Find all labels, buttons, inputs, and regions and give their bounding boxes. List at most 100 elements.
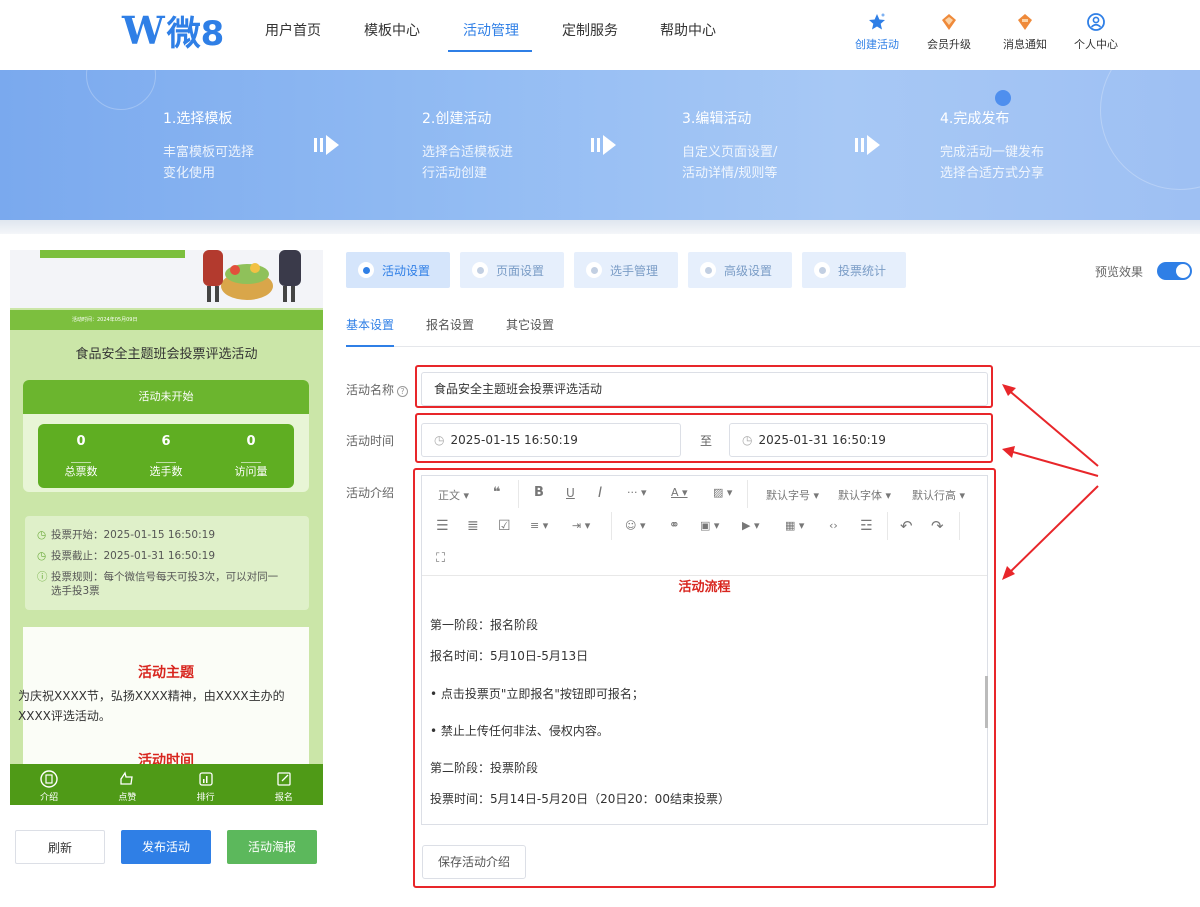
publish-activity-button[interactable]: 发布活动 bbox=[121, 830, 211, 864]
tab-vote-statistics[interactable]: 投票统计 bbox=[802, 252, 906, 288]
preview-hero-image bbox=[10, 250, 323, 308]
document-icon bbox=[40, 770, 58, 788]
preview-tab-signup[interactable]: 报名 bbox=[245, 764, 323, 805]
stat-label: 访问量 bbox=[234, 465, 268, 478]
preview-tab-label: 排行 bbox=[196, 793, 215, 803]
step-2-desc-line: 行活动创建 bbox=[422, 166, 488, 181]
stat-value: 6 bbox=[161, 434, 171, 449]
preview-stats: 0 总票数 6 选手数 0 访问量 bbox=[38, 424, 294, 488]
stat-contestants: 6 选手数 bbox=[126, 434, 206, 479]
preview-activity-title: 食品安全主题班会投票评选活动 bbox=[75, 347, 258, 362]
clock-icon: ◷ bbox=[37, 529, 47, 541]
stat-total-votes: 0 总票数 bbox=[41, 434, 121, 479]
page-icon bbox=[472, 262, 488, 278]
tab-advanced-settings[interactable]: 高级设置 bbox=[688, 252, 792, 288]
nav-help[interactable]: 帮助中心 bbox=[660, 20, 716, 40]
vote-start-text: 投票开始：2025-01-15 16:50:19 bbox=[51, 529, 216, 541]
preview-tab-like[interactable]: 点赞 bbox=[88, 764, 166, 805]
step-1-desc-line: 变化使用 bbox=[163, 166, 216, 181]
theme-heading: 活动主题 bbox=[138, 665, 194, 681]
decor-circle bbox=[1100, 70, 1200, 190]
settings-tabs: 活动设置 页面设置 选手管理 高级设置 投票统计 bbox=[346, 252, 916, 288]
vote-rule-row: ⓘ 投票规则：每个微信号每天可投3次，可以对同一选手投3票 bbox=[37, 570, 309, 598]
decor-dot bbox=[995, 90, 1011, 106]
decor-circle bbox=[86, 70, 156, 110]
diamond-icon bbox=[942, 14, 956, 30]
preview-status: 活动未开始 bbox=[23, 380, 309, 414]
subtab-active-underline bbox=[346, 345, 394, 347]
step-1-title: 1.选择模板 bbox=[163, 111, 233, 127]
member-upgrade-button[interactable]: 会员升级 bbox=[917, 12, 981, 52]
messages-button[interactable]: 消息通知 bbox=[993, 12, 1057, 52]
thumbs-up-icon bbox=[120, 771, 134, 785]
step-3-title: 3.编辑活动 bbox=[682, 111, 752, 127]
tab-contestant-management[interactable]: 选手管理 bbox=[574, 252, 678, 288]
preview-tab-label: 报名 bbox=[274, 793, 293, 803]
help-icon[interactable]: ? bbox=[397, 386, 409, 397]
tab-activity-settings[interactable]: 活动设置 bbox=[346, 252, 450, 288]
nav-home[interactable]: 用户首页 bbox=[265, 20, 321, 40]
subtab-basic[interactable]: 基本设置 bbox=[346, 316, 394, 333]
stats-icon bbox=[814, 262, 830, 278]
subtab-divider bbox=[346, 346, 1200, 347]
step-3-desc-line: 活动详情/规则等 bbox=[682, 166, 778, 181]
vote-start-row: ◷ 投票开始：2025-01-15 16:50:19 bbox=[37, 528, 309, 542]
heart-icon bbox=[358, 262, 374, 278]
arrow-right-icon bbox=[314, 135, 339, 155]
activity-intro-label: 活动介绍 bbox=[346, 486, 395, 500]
arrow-right-icon bbox=[855, 135, 880, 155]
preview-tab-intro[interactable]: 介绍 bbox=[10, 764, 88, 805]
info-icon: ⓘ bbox=[37, 571, 48, 583]
stat-divider bbox=[71, 462, 91, 463]
highlight-box bbox=[415, 365, 993, 408]
activity-time-label: 活动时间 bbox=[346, 434, 395, 448]
preview-toggle[interactable] bbox=[1157, 262, 1192, 280]
logo[interactable]: W 微8 bbox=[122, 8, 224, 54]
subtab-registration[interactable]: 报名设置 bbox=[426, 316, 474, 333]
subtab-other[interactable]: 其它设置 bbox=[506, 316, 554, 333]
member-upgrade-label: 会员升级 bbox=[927, 38, 971, 51]
profile-button[interactable]: 个人中心 bbox=[1064, 12, 1128, 52]
hero-illustration bbox=[203, 250, 301, 302]
preview-tab-ranking[interactable]: 排行 bbox=[167, 764, 245, 805]
highlight-box bbox=[413, 468, 996, 888]
preview-stat-card: 活动未开始 0 总票数 6 选手数 0 访问量 bbox=[23, 380, 309, 492]
message-icon bbox=[1018, 14, 1032, 30]
step-4: 4.完成发布 完成活动一键发布 选择合适方式分享 bbox=[940, 108, 1080, 184]
step-1-desc-line: 丰富模板可选择 bbox=[163, 145, 255, 160]
highlight-box bbox=[415, 413, 993, 463]
tab-label: 高级设置 bbox=[724, 263, 773, 278]
stat-value: 0 bbox=[246, 434, 256, 449]
settings-icon bbox=[700, 262, 716, 278]
refresh-button[interactable]: 刷新 bbox=[15, 830, 105, 864]
user-icon bbox=[586, 262, 602, 278]
vote-end-text: 投票截止：2025-01-31 16:50:19 bbox=[51, 550, 216, 562]
tab-page-settings[interactable]: 页面设置 bbox=[460, 252, 564, 288]
step-2-title: 2.创建活动 bbox=[422, 111, 492, 127]
activity-name-label-text: 活动名称 bbox=[346, 383, 395, 397]
create-activity-button[interactable]: 创建活动 bbox=[845, 12, 909, 52]
nav-custom-service[interactable]: 定制服务 bbox=[562, 20, 618, 40]
preview-tab-label: 介绍 bbox=[40, 793, 59, 803]
stat-label: 总票数 bbox=[64, 465, 98, 478]
stat-value: 0 bbox=[76, 434, 86, 449]
edit-icon bbox=[277, 772, 291, 786]
tab-label: 投票统计 bbox=[838, 263, 887, 278]
create-activity-label: 创建活动 bbox=[855, 38, 899, 51]
banner-shadow bbox=[0, 220, 1200, 234]
sub-tabs: 基本设置 报名设置 其它设置 bbox=[346, 316, 586, 333]
activity-poster-button[interactable]: 活动海报 bbox=[227, 830, 317, 864]
stat-visits: 0 访问量 bbox=[211, 434, 291, 479]
star-icon bbox=[869, 13, 885, 30]
messages-label: 消息通知 bbox=[1003, 38, 1047, 51]
arrow-right-icon bbox=[591, 135, 616, 155]
preview-description: 活动主题 为庆祝XXXX节，弘扬XXXX精神，由XXXX主办的XXXX评选活动。… bbox=[18, 627, 309, 787]
nav-active-underline bbox=[448, 50, 532, 52]
nav-templates[interactable]: 模板中心 bbox=[364, 20, 420, 40]
tab-label: 活动设置 bbox=[382, 263, 431, 278]
step-4-desc-line: 选择合适方式分享 bbox=[940, 166, 1045, 181]
nav-activity-management[interactable]: 活动管理 bbox=[463, 20, 519, 40]
logo-text: 微8 bbox=[166, 13, 225, 54]
step-4-desc-line: 完成活动一键发布 bbox=[940, 145, 1045, 160]
annotation-arrows bbox=[1002, 384, 1099, 580]
